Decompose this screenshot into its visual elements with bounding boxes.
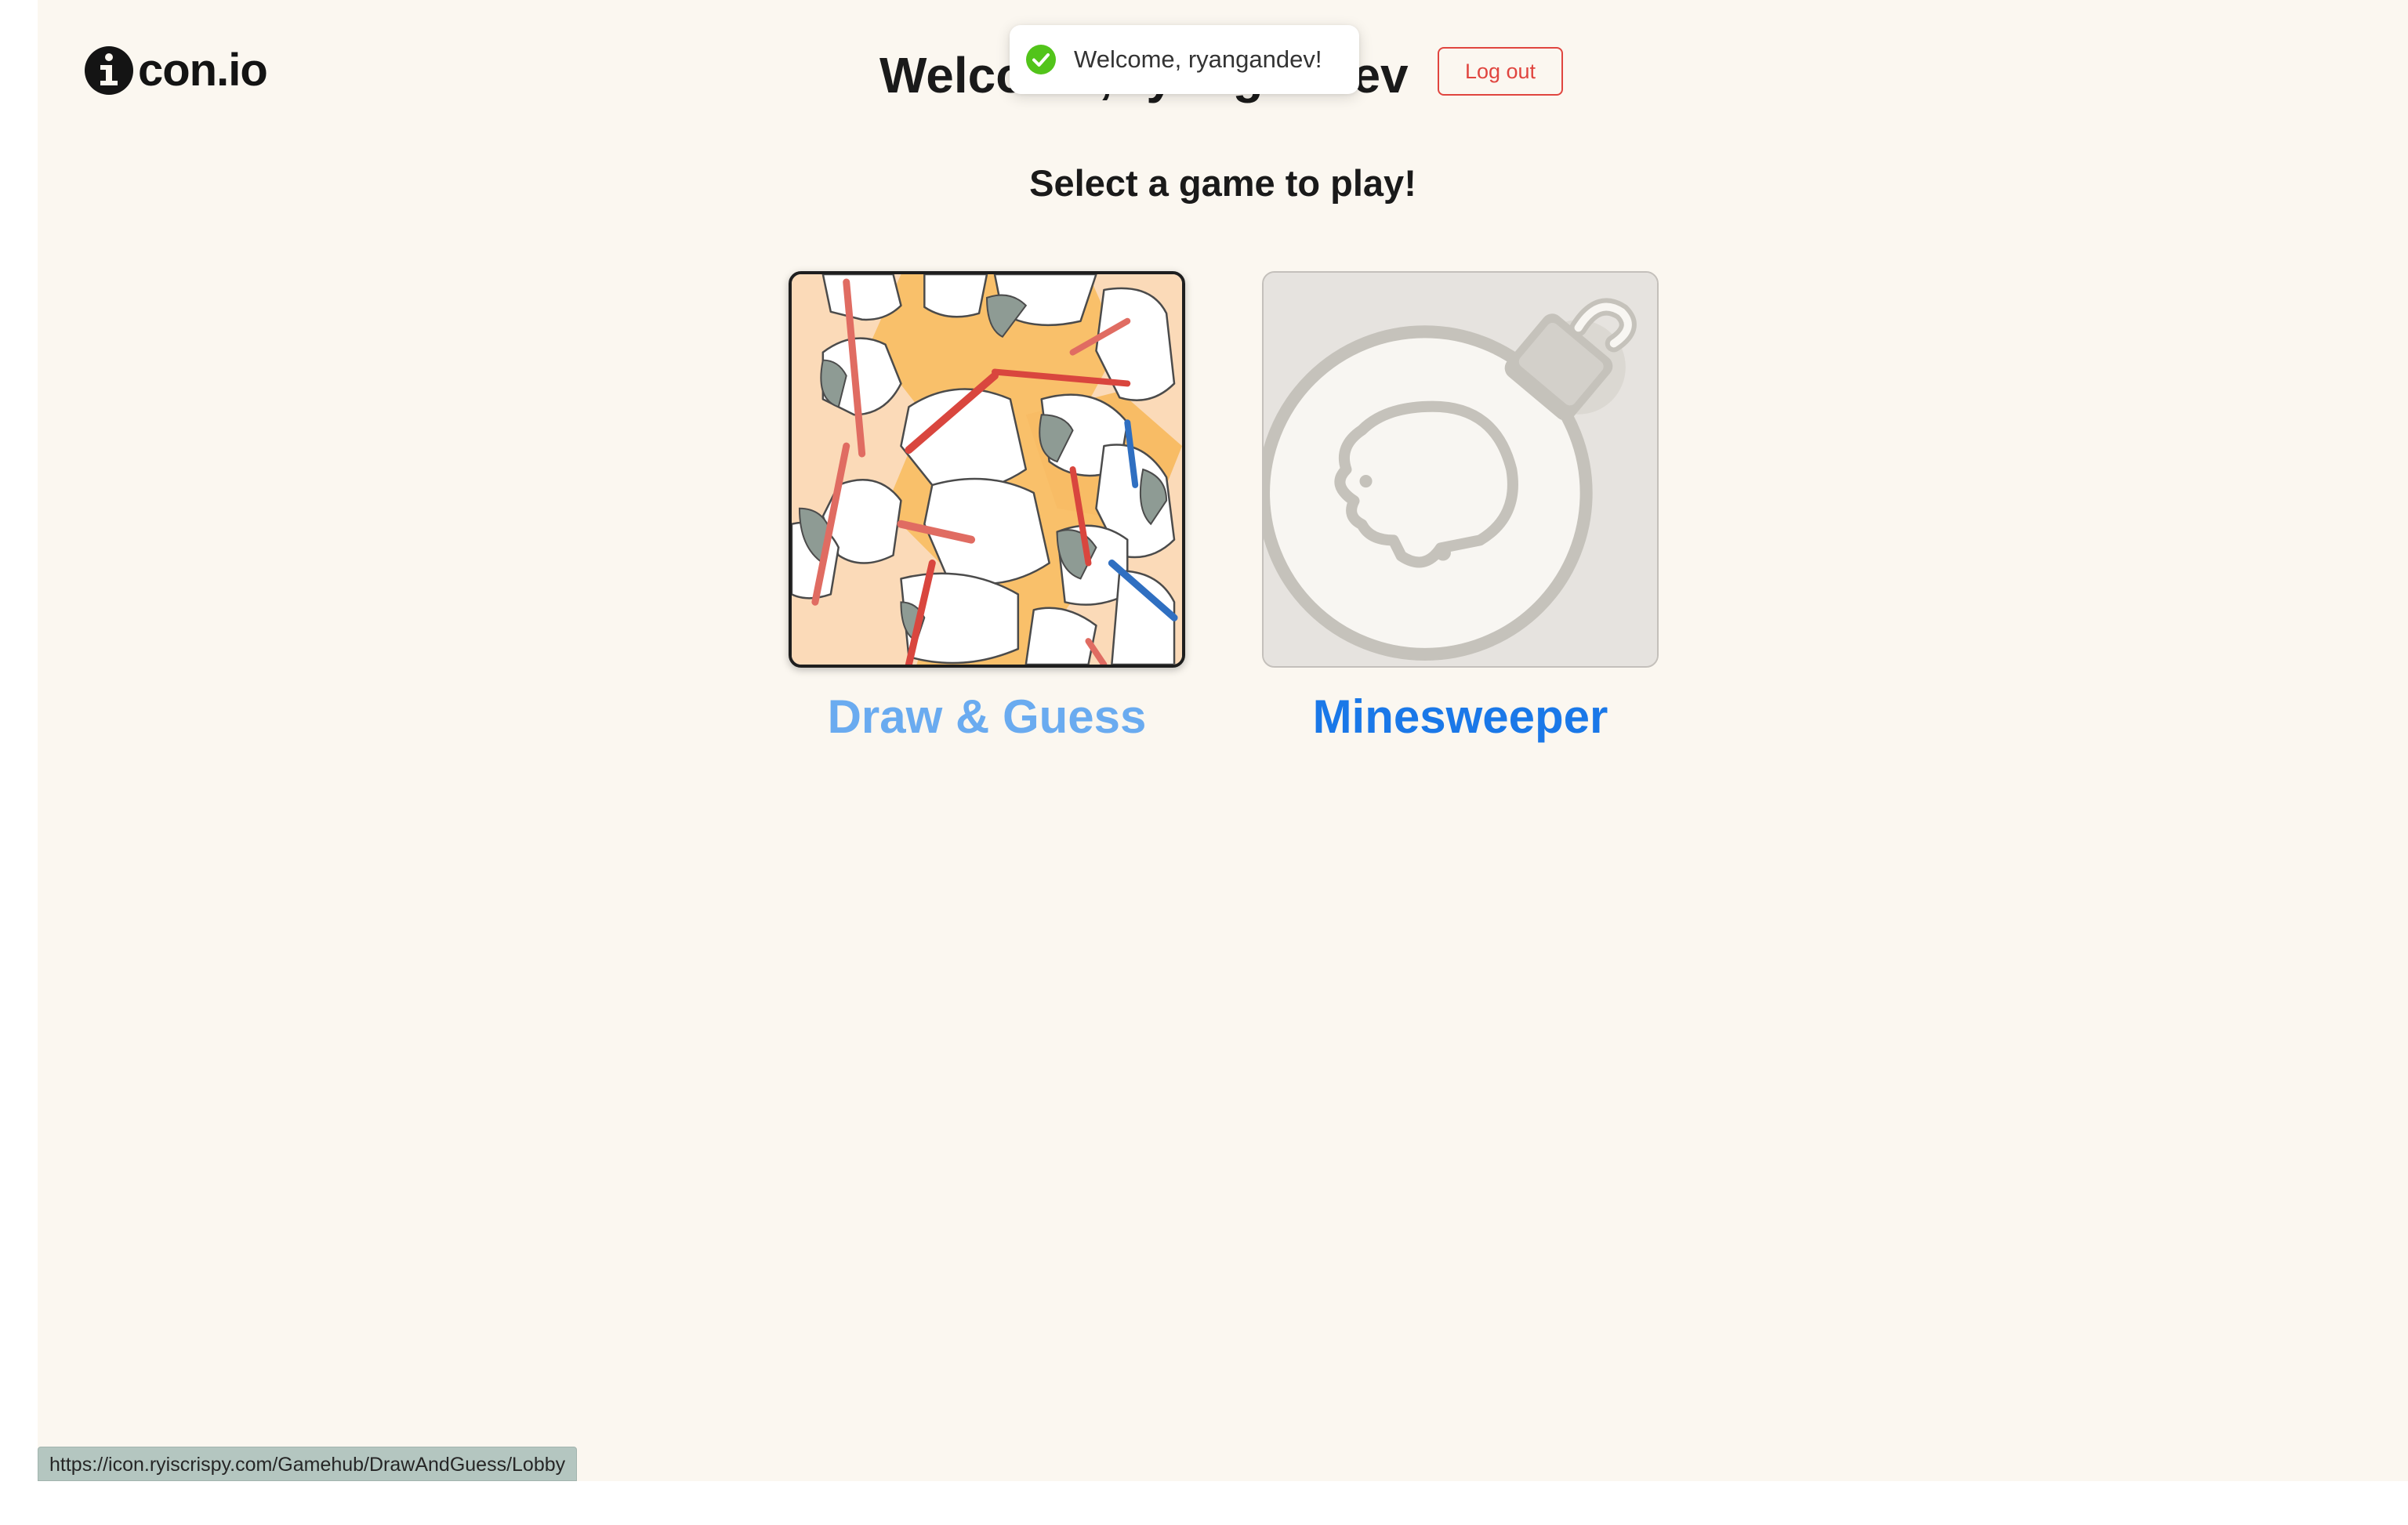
draw-and-guess-card[interactable] bbox=[789, 271, 1185, 668]
page: con.io Welcome, ryangandev! Log out Sele… bbox=[38, 0, 2408, 1481]
minesweeper-link[interactable]: Minesweeper bbox=[1257, 690, 1664, 744]
select-game-heading: Select a game to play! bbox=[1029, 162, 1416, 204]
info-icon bbox=[85, 45, 133, 95]
draw-and-guess-link[interactable]: Draw & Guess bbox=[783, 690, 1191, 744]
welcome-toast: Welcome, ryangandev! bbox=[1010, 25, 1359, 94]
bomb-skull-icon bbox=[1264, 273, 1657, 666]
link-preview-url: https://icon.ryiscrispy.com/Gamehub/Draw… bbox=[38, 1447, 578, 1481]
toast-message: Welcome, ryangandev! bbox=[1074, 45, 1322, 73]
logo-text: con.io bbox=[138, 45, 268, 96]
logout-button[interactable]: Log out bbox=[1438, 47, 1563, 96]
hands-drawing-illustration bbox=[792, 274, 1182, 665]
site-logo[interactable]: con.io bbox=[85, 44, 268, 96]
check-circle-icon bbox=[1026, 45, 1056, 74]
minesweeper-card[interactable] bbox=[1262, 271, 1659, 668]
